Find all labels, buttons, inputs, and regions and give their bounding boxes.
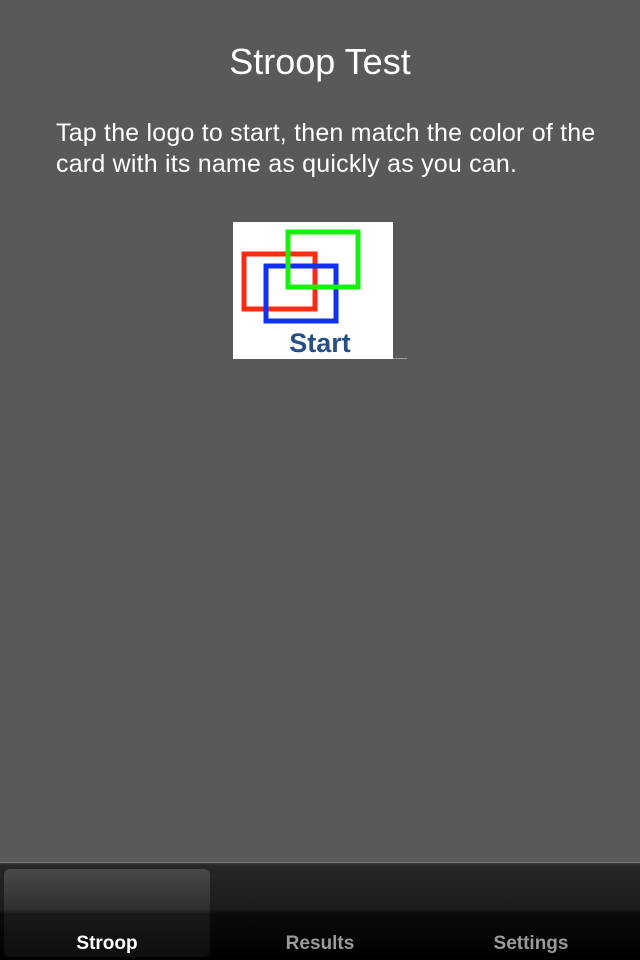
blue-card-shape — [263, 263, 339, 324]
tab-stroop-label: Stroop — [76, 933, 138, 954]
tab-bar: Stroop Results Settings — [0, 862, 640, 960]
tab-settings-label: Settings — [493, 933, 569, 954]
stroop-logo-icon: Start — [241, 229, 361, 358]
logo-divider — [393, 358, 407, 359]
tab-results[interactable]: Results — [217, 869, 423, 957]
tab-settings[interactable]: Settings — [428, 869, 634, 957]
tab-stroop[interactable]: Stroop — [4, 869, 210, 957]
instructions-text: Tap the logo to start, then match the co… — [56, 119, 596, 178]
main-screen: Stroop Test Tap the logo to start, then … — [0, 0, 640, 862]
tab-results-label: Results — [285, 933, 355, 954]
green-card-shape — [285, 229, 361, 290]
red-card-shape — [241, 251, 318, 312]
page-title: Stroop Test — [229, 41, 411, 82]
start-logo-button[interactable]: Start — [233, 222, 393, 359]
logo-start-label: Start — [289, 328, 351, 358]
